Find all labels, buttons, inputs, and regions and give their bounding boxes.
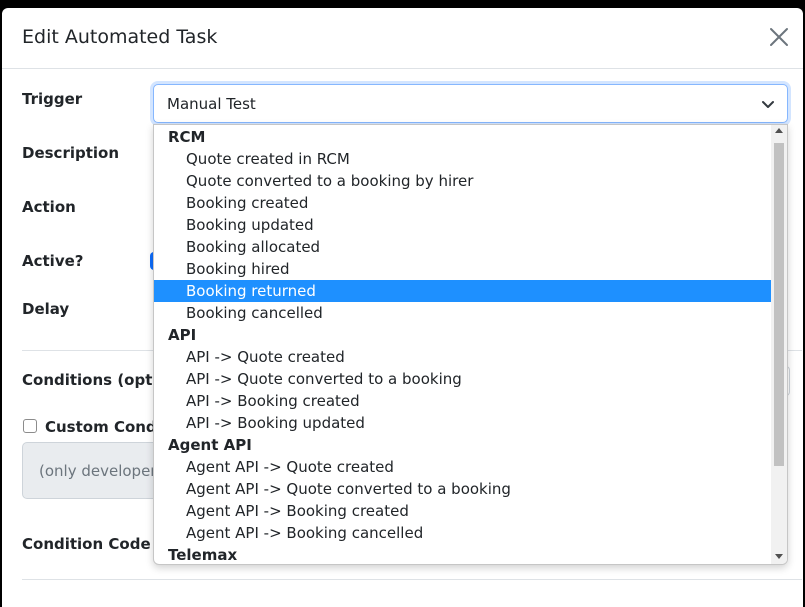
trigger-value: Manual Test	[167, 95, 256, 113]
chevron-down-icon	[762, 101, 774, 108]
custom-conditions-checkbox[interactable]	[23, 419, 37, 433]
option-booking-created[interactable]: Booking created	[154, 192, 771, 214]
modal-title: Edit Automated Task	[22, 26, 218, 48]
group-label-rcm: RCM	[168, 128, 206, 146]
conditions-heading: Conditions (optio	[22, 371, 168, 389]
footer-divider	[22, 579, 802, 580]
option-quote-created-in-rcm[interactable]: Quote created in RCM	[154, 148, 771, 170]
option-booking-allocated[interactable]: Booking allocated	[154, 236, 771, 258]
option-booking-returned[interactable]: Booking returned	[154, 280, 771, 302]
condition-code-label: Condition Code	[22, 535, 151, 553]
option-booking-cancelled[interactable]: Booking cancelled	[154, 302, 771, 324]
description-label: Description	[22, 144, 120, 162]
group-label-agent-api: Agent API	[168, 436, 252, 454]
scroll-up-arrow-icon[interactable]	[775, 128, 783, 133]
trigger-select[interactable]: Manual Test	[153, 84, 788, 123]
action-label: Action	[22, 198, 76, 216]
option-api-quote-created[interactable]: API -> Quote created	[154, 346, 771, 368]
option-api-quote-converted[interactable]: API -> Quote converted to a booking	[154, 368, 771, 390]
trigger-label: Trigger	[22, 90, 83, 108]
option-booking-hired[interactable]: Booking hired	[154, 258, 771, 280]
option-agent-api-quote-converted[interactable]: Agent API -> Quote converted to a bookin…	[154, 478, 771, 500]
option-api-booking-created[interactable]: API -> Booking created	[154, 390, 771, 412]
option-agent-api-quote-created[interactable]: Agent API -> Quote created	[154, 456, 771, 478]
custom-conditions-note: (only developers	[39, 462, 165, 480]
active-label: Active?	[22, 252, 84, 270]
close-icon[interactable]	[767, 25, 791, 49]
option-booking-updated[interactable]: Booking updated	[154, 214, 771, 236]
option-quote-converted-by-hirer[interactable]: Quote converted to a booking by hirer	[154, 170, 771, 192]
option-agent-api-booking-cancelled[interactable]: Agent API -> Booking cancelled	[154, 522, 771, 544]
delay-label: Delay	[22, 300, 70, 318]
scroll-thumb[interactable]	[774, 143, 784, 466]
option-api-booking-updated[interactable]: API -> Booking updated	[154, 412, 771, 434]
group-label-api: API	[168, 326, 197, 344]
custom-conditions-label: Custom Condt	[45, 418, 164, 436]
trigger-dropdown[interactable]: RCM Quote created in RCM Quote converted…	[153, 124, 788, 565]
modal-header: Edit Automated Task	[2, 8, 803, 69]
option-agent-api-booking-created[interactable]: Agent API -> Booking created	[154, 500, 771, 522]
dropdown-scrollbar[interactable]	[771, 125, 787, 564]
scroll-down-arrow-icon[interactable]	[775, 554, 783, 559]
group-label-telemax: Telemax	[168, 546, 238, 564]
